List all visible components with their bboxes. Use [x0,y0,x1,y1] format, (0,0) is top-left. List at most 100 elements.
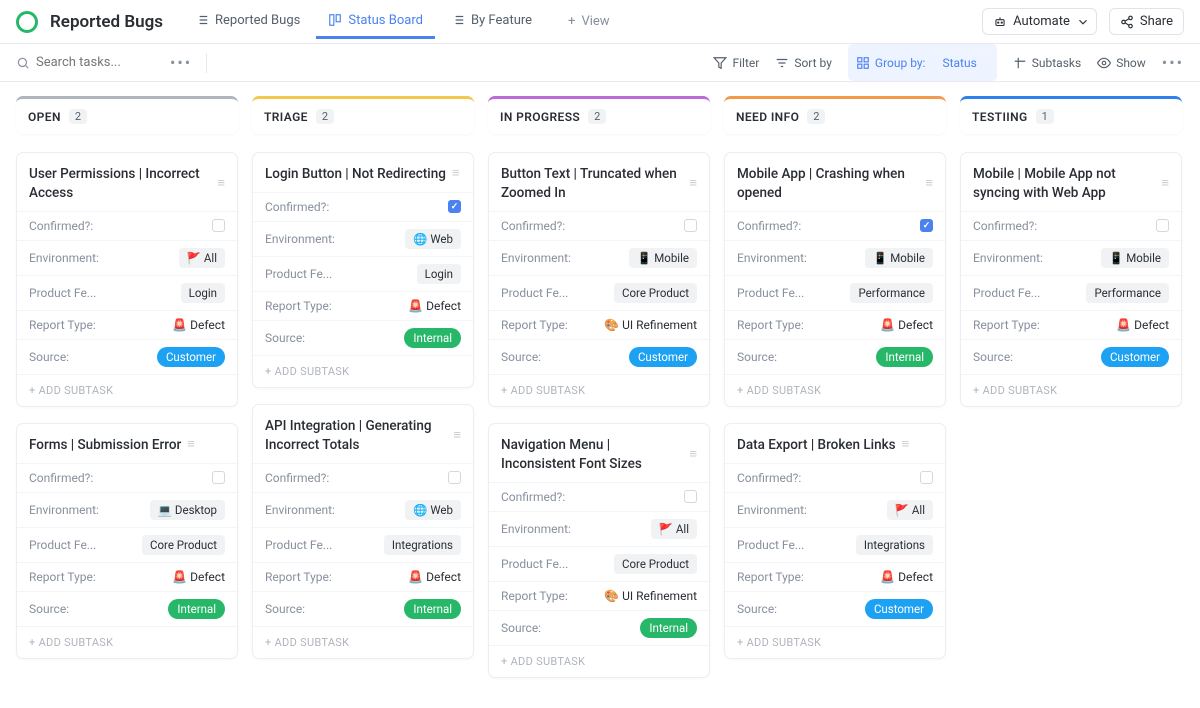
feature-tag[interactable]: Performance [1086,283,1169,303]
add-subtask-button[interactable]: + ADD SUBTASK [17,626,237,658]
confirmed-checkbox[interactable] [1156,219,1169,232]
environment-tag[interactable]: 🚩 All [651,519,697,539]
environment-tag[interactable]: 📱 Mobile [629,248,697,268]
drag-icon[interactable]: ≡ [187,436,195,454]
source-pill[interactable]: Internal [404,599,461,619]
feature-tag[interactable]: Performance [850,283,933,303]
feature-tag[interactable]: Core Product [614,283,697,303]
field-label: Product Fe... [973,286,1040,300]
card-title: Forms | Submission Error ≡ [17,424,237,463]
toolbar-more-icon[interactable]: ••• [1162,53,1184,72]
drag-icon[interactable]: ≡ [1161,175,1169,193]
drag-icon[interactable]: ≡ [902,436,910,454]
add-subtask-button[interactable]: + ADD SUBTASK [961,374,1181,406]
search-input[interactable] [36,55,156,70]
drag-icon[interactable]: ≡ [689,446,697,464]
task-card[interactable]: Mobile App | Crashing when opened ≡ Conf… [724,152,946,407]
field-label: Source: [29,602,69,616]
tab-reported-bugs[interactable]: Reported Bugs [183,5,312,39]
feature-tag[interactable]: Login [417,264,461,284]
more-icon[interactable]: ••• [170,53,192,72]
confirmed-checkbox[interactable] [684,490,697,503]
environment-tag[interactable]: 🚩 All [179,248,225,268]
source-pill[interactable]: Customer [1101,347,1169,367]
automate-button[interactable]: Automate [982,8,1097,35]
feature-tag[interactable]: Integrations [384,535,461,555]
field-value [448,471,461,484]
field-label: Source: [29,350,69,364]
column-header[interactable]: NEED INFO 2 [724,96,946,134]
feature-tag[interactable]: Integrations [856,535,933,555]
task-card[interactable]: Forms | Submission Error ≡ Confirmed?: E… [16,423,238,659]
tab-by-feature[interactable]: By Feature [439,5,544,39]
source-pill[interactable]: Internal [876,347,933,367]
card-field: Product Fe... Performance [961,275,1181,310]
task-card[interactable]: User Permissions | Incorrect Access ≡ Co… [16,152,238,407]
source-pill[interactable]: Customer [157,347,225,367]
share-button[interactable]: Share [1109,8,1184,35]
source-pill[interactable]: Customer [629,347,697,367]
show-button[interactable]: Show [1097,56,1146,70]
environment-tag[interactable]: 🚩 All [887,500,933,520]
feature-tag[interactable]: Core Product [142,535,225,555]
confirmed-checkbox[interactable] [920,471,933,484]
column-header[interactable]: TRIAGE 2 [252,96,474,134]
source-pill[interactable]: Internal [404,328,461,348]
column-header[interactable]: IN PROGRESS 2 [488,96,710,134]
logo-icon [16,11,38,33]
add-subtask-button[interactable]: + ADD SUBTASK [725,374,945,406]
task-card[interactable]: API Integration | Generating Incorrect T… [252,404,474,659]
field-value: Customer [1101,347,1169,367]
feature-tag[interactable]: Login [181,283,225,303]
drag-icon[interactable]: ≡ [453,427,461,445]
environment-tag[interactable]: 📱 Mobile [865,248,933,268]
column-name: NEED INFO [736,110,799,124]
task-card[interactable]: Login Button | Not Redirecting ≡ Confirm… [252,152,474,388]
drag-icon[interactable]: ≡ [689,175,697,193]
groupby-button[interactable]: Group by: Status [848,44,997,81]
card-title: Data Export | Broken Links ≡ [725,424,945,463]
column-header[interactable]: OPEN 2 [16,96,238,134]
add-subtask-button[interactable]: + ADD SUBTASK [17,374,237,406]
environment-tag[interactable]: 📱 Mobile [1101,248,1169,268]
drag-icon[interactable]: ≡ [925,175,933,193]
drag-icon[interactable]: ≡ [452,165,460,183]
subtasks-button[interactable]: Subtasks [1013,56,1081,70]
task-card[interactable]: Data Export | Broken Links ≡ Confirmed?:… [724,423,946,659]
drag-icon[interactable]: ≡ [217,175,225,193]
card-field: Source: Internal [253,591,473,626]
field-label: Product Fe... [737,538,804,552]
card-title-text: Button Text | Truncated when Zoomed In [501,165,683,203]
add-subtask-button[interactable]: + ADD SUBTASK [489,374,709,406]
task-card[interactable]: Button Text | Truncated when Zoomed In ≡… [488,152,710,407]
field-value: Customer [629,347,697,367]
confirmed-checkbox[interactable] [684,219,697,232]
environment-tag[interactable]: 💻 Desktop [150,500,225,520]
feature-tag[interactable]: Core Product [614,554,697,574]
card-field: Environment: 💻 Desktop [17,492,237,527]
add-subtask-button[interactable]: + ADD SUBTASK [489,645,709,677]
task-card[interactable]: Navigation Menu | Inconsistent Font Size… [488,423,710,678]
add-view-button[interactable]: + View [556,6,622,37]
confirmed-checkbox[interactable] [212,219,225,232]
add-subtask-button[interactable]: + ADD SUBTASK [253,355,473,387]
tab-status-board[interactable]: Status Board [316,5,435,39]
source-pill[interactable]: Customer [865,599,933,619]
confirmed-checkbox[interactable] [448,471,461,484]
source-pill[interactable]: Internal [640,618,697,638]
source-pill[interactable]: Internal [168,599,225,619]
sortby-button[interactable]: Sort by [775,56,832,70]
environment-tag[interactable]: 🌐 Web [405,229,461,249]
task-card[interactable]: Mobile | Mobile App not syncing with Web… [960,152,1182,407]
add-subtask-button[interactable]: + ADD SUBTASK [253,626,473,658]
field-label: Source: [737,602,777,616]
environment-tag[interactable]: 🌐 Web [405,500,461,520]
confirmed-checkbox[interactable] [212,471,225,484]
card-field: Environment: 📱 Mobile [961,240,1181,275]
column-header[interactable]: TESTIING 1 [960,96,1182,134]
add-subtask-button[interactable]: + ADD SUBTASK [725,626,945,658]
confirmed-checkbox[interactable] [448,200,461,213]
card-field: Report Type: 🚨 Defect [725,562,945,591]
filter-button[interactable]: Filter [713,56,759,70]
confirmed-checkbox[interactable] [920,219,933,232]
